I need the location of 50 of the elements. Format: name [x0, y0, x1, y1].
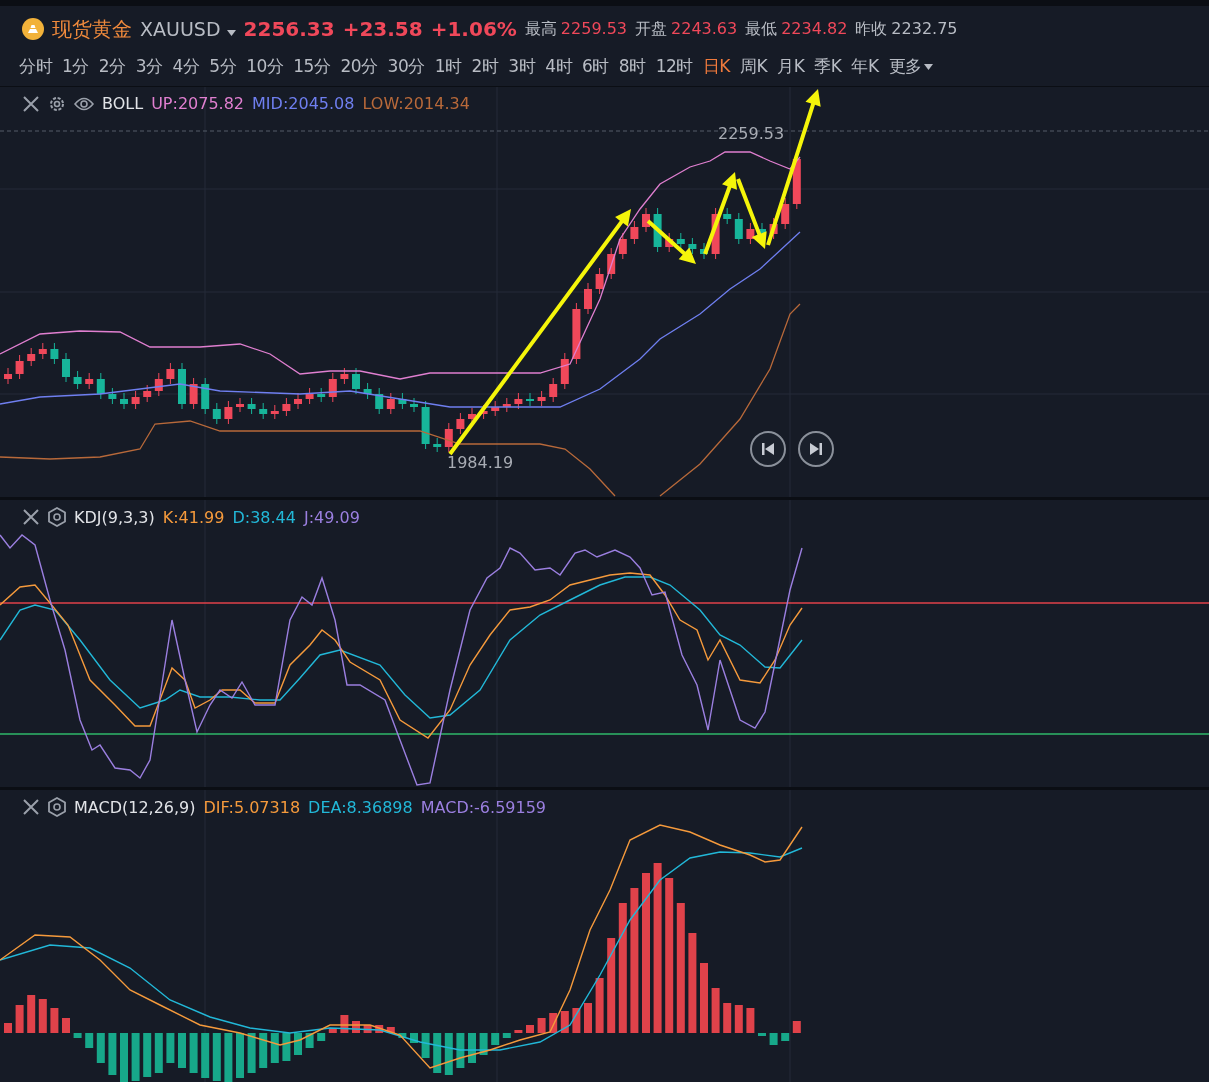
indicator-value: DEA:8.36898 — [308, 797, 413, 817]
timeframe-tab[interactable]: 2分 — [93, 54, 131, 78]
high-price-label: 2259.53 — [718, 124, 785, 143]
low-price-label: 1984.19 — [447, 453, 514, 472]
timeframe-tab[interactable]: 5分 — [204, 54, 242, 78]
timeframe-tab[interactable]: 3分 — [130, 54, 168, 78]
indicator-name: KDJ(9,3,3) — [74, 507, 155, 527]
stat-value: 2234.82 — [781, 18, 848, 40]
indicator-name: MACD(12,26,9) — [74, 797, 196, 817]
stat-value: 2259.53 — [560, 18, 627, 40]
stat-value: 2243.63 — [671, 18, 738, 40]
timeframe-tab[interactable]: 20分 — [335, 54, 383, 78]
timeframe-tab[interactable]: 分时 — [14, 54, 57, 78]
indicator-value: DIF:5.07318 — [203, 797, 301, 817]
more-menu-button[interactable]: 更多 — [883, 54, 938, 78]
indicator-value: UP:2075.82 — [151, 94, 245, 113]
price-change: +23.58 — [342, 17, 423, 41]
timeframe-tab[interactable]: 周K — [734, 54, 773, 78]
indicator-value: K:41.99 — [162, 507, 225, 527]
timeframe-tab[interactable]: 4时 — [540, 54, 577, 78]
indicator-value: D:38.44 — [232, 507, 296, 527]
timeframe-tab[interactable]: 季K — [809, 54, 847, 78]
indicator-value: MID:2045.08 — [252, 94, 355, 113]
timeframe-tab[interactable]: 日K — [697, 54, 735, 78]
stat-label: 开盘 — [635, 18, 667, 40]
timeframe-tab[interactable]: 月K — [772, 54, 810, 78]
timeframe-tab[interactable]: 8时 — [613, 54, 651, 78]
timeframe-tab[interactable]: 2时 — [466, 54, 504, 78]
timeframe-tab[interactable]: 6时 — [577, 54, 614, 78]
stat-label: 昨收 — [855, 18, 888, 40]
stat-label: 最高 — [524, 18, 557, 40]
timeframe-tab[interactable]: 30分 — [382, 54, 430, 78]
indicator-name: BOLL — [102, 94, 144, 113]
timeframe-tab[interactable]: 1分 — [57, 54, 94, 78]
timeframe-tab[interactable]: 10分 — [241, 54, 289, 78]
symbol-code-dropdown[interactable]: XAUUSD — [140, 18, 236, 40]
stat-label: 最低 — [745, 18, 778, 40]
indicator-value: LOW:2014.34 — [362, 94, 470, 113]
timeframe-tab[interactable]: 15分 — [288, 54, 336, 78]
indicator-value: J:49.09 — [303, 507, 360, 527]
symbol-name: 现货黄金 — [52, 15, 132, 43]
timeframe-tab[interactable]: 1时 — [429, 54, 467, 78]
change-percent: +1.06% — [430, 17, 517, 41]
timeframe-tab[interactable]: 年K — [846, 54, 884, 78]
stat-value: 2232.75 — [891, 18, 958, 40]
timeframe-tab[interactable]: 3时 — [503, 54, 541, 78]
indicator-value: MACD:-6.59159 — [420, 797, 547, 817]
timeframe-tab[interactable]: 4分 — [167, 54, 205, 78]
price: 2256.33 — [243, 17, 335, 41]
timeframe-tab[interactable]: 12时 — [650, 54, 698, 78]
